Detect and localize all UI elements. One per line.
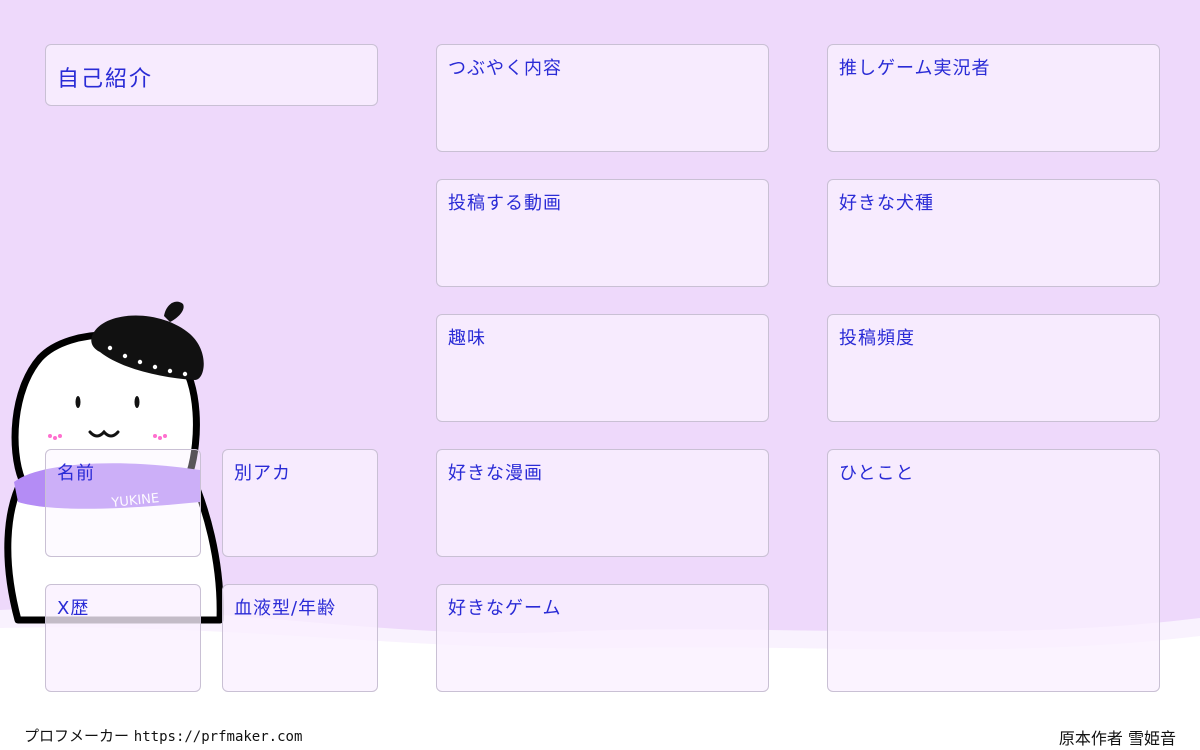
field-x-history[interactable]: X歴 (45, 584, 201, 692)
field-label: 投稿頻度 (839, 328, 915, 349)
field-favorite-dog-breed[interactable]: 好きな犬種 (827, 179, 1160, 287)
field-alt-account[interactable]: 別アカ (222, 449, 378, 557)
field-blood-type-age[interactable]: 血液型/年齢 (222, 584, 378, 692)
field-favorite-game[interactable]: 好きなゲーム (436, 584, 769, 692)
title-box: 自己紹介 (45, 44, 378, 106)
field-favorite-streamer[interactable]: 推しゲーム実況者 (827, 44, 1160, 152)
field-label: 別アカ (234, 463, 291, 484)
field-label: ひとこと (839, 463, 915, 484)
footer-maker: プロフメーカー https://prfmaker.com (24, 725, 302, 746)
field-name[interactable]: 名前 (45, 449, 201, 557)
field-hobby[interactable]: 趣味 (436, 314, 769, 422)
field-posted-videos[interactable]: 投稿する動画 (436, 179, 769, 287)
field-tweet-content[interactable]: つぶやく内容 (436, 44, 769, 152)
field-label: 推しゲーム実況者 (839, 58, 991, 79)
field-label: X歴 (57, 598, 90, 619)
page-title: 自己紹介 (57, 67, 154, 92)
footer-credit: 原本作者 雪姫音 (1058, 729, 1176, 748)
field-label: 趣味 (448, 328, 486, 349)
maker-url-link[interactable]: https://prfmaker.com (134, 729, 303, 745)
field-label: 好きな漫画 (448, 463, 543, 484)
field-label: つぶやく内容 (448, 58, 562, 79)
field-favorite-manga[interactable]: 好きな漫画 (436, 449, 769, 557)
field-label: 血液型/年齢 (234, 598, 337, 619)
field-comment[interactable]: ひとこと (827, 449, 1160, 692)
field-post-frequency[interactable]: 投稿頻度 (827, 314, 1160, 422)
maker-label: プロフメーカー (24, 727, 130, 745)
field-label: 好きな犬種 (839, 193, 934, 214)
field-label: 名前 (57, 463, 95, 484)
field-label: 好きなゲーム (448, 598, 562, 619)
field-label: 投稿する動画 (448, 193, 562, 214)
